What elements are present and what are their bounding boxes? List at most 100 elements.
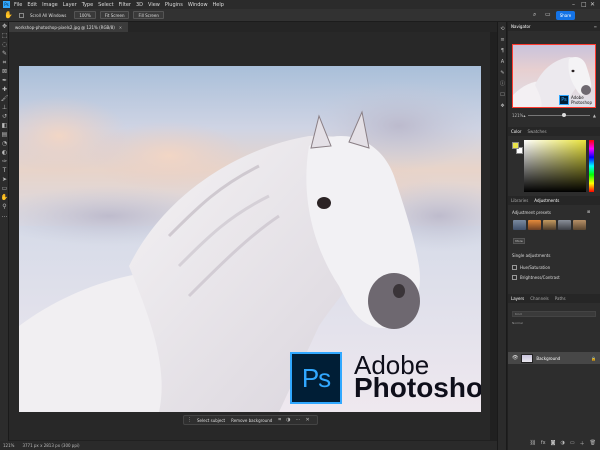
lock-icon[interactable]: 🔒	[591, 356, 596, 361]
zoom-slider[interactable]	[528, 112, 590, 117]
link-layers-icon[interactable]: ⛓	[530, 440, 536, 446]
brightness-contrast-row[interactable]: Brightness/Contrast	[512, 275, 560, 280]
hue-slider[interactable]	[589, 140, 594, 192]
fit-screen-button[interactable]: Fit Screen	[99, 11, 130, 19]
menu-help[interactable]: Help	[213, 2, 224, 8]
menu-3d[interactable]: 3D	[136, 2, 143, 8]
preset-thumbnail[interactable]	[543, 220, 556, 230]
zoom-tool-icon[interactable]: ⚲	[0, 202, 9, 211]
hand-tool-icon[interactable]: ✋	[0, 193, 9, 202]
layer-kind-filter[interactable]: Kind	[512, 311, 596, 317]
zoom-out-icon[interactable]: ▴	[523, 113, 525, 118]
more-tools-icon[interactable]: …	[0, 211, 9, 220]
document-info[interactable]: 3771 px x 2813 px (300 ppi)	[22, 443, 79, 448]
menu-window[interactable]: Window	[188, 2, 208, 8]
tab-paths[interactable]: Paths	[555, 296, 566, 301]
workspace-icon[interactable]: ▭	[545, 11, 551, 18]
frame-tool-icon[interactable]: ⊠	[0, 67, 9, 76]
zoom-slider-knob[interactable]	[562, 112, 567, 117]
properties-icon[interactable]: ≡	[498, 35, 507, 44]
document-tab[interactable]: workshop-photoshop-pixels2.jpg @ 121% (R…	[9, 22, 129, 32]
more-presets-button[interactable]: More	[513, 238, 525, 244]
tab-navigator[interactable]: Navigator	[511, 24, 531, 29]
preset-thumbnail[interactable]	[513, 220, 526, 230]
preset-thumbnail[interactable]	[558, 220, 571, 230]
preset-thumbnail[interactable]	[573, 220, 586, 230]
adjust-icon[interactable]: ◑	[286, 417, 290, 423]
menu-filter[interactable]: Filter	[119, 2, 131, 8]
tab-swatches[interactable]: Swatches	[527, 129, 546, 134]
crop-icon[interactable]: ⌗	[278, 417, 281, 423]
single-adjustments-label[interactable]: Single adjustments	[512, 253, 550, 258]
info-icon[interactable]: ⓘ	[498, 79, 507, 88]
path-select-icon[interactable]: ➤	[0, 175, 9, 184]
share-button[interactable]: Share	[556, 11, 575, 20]
mask-icon[interactable]: ◙	[551, 440, 556, 446]
menu-file[interactable]: File	[14, 2, 22, 8]
tab-libraries[interactable]: Libraries	[511, 198, 528, 203]
panel-menu-icon[interactable]: ≡	[594, 24, 597, 29]
hand-tool-icon[interactable]: ✋	[4, 11, 13, 20]
zoom-level[interactable]: 121%	[3, 443, 14, 448]
search-icon[interactable]: ⌕	[533, 11, 536, 19]
close-icon[interactable]: ✕	[590, 1, 595, 8]
layer-row-background[interactable]: 👁 Background 🔒	[508, 352, 600, 364]
menu-image[interactable]: Image	[42, 2, 58, 8]
remove-background-button[interactable]: Remove background	[231, 418, 272, 423]
close-tab-icon[interactable]: ✕	[119, 25, 122, 30]
more-options-icon[interactable]: ⋯	[295, 417, 300, 423]
scroll-all-checkbox[interactable]	[19, 12, 24, 18]
tab-adjustments[interactable]: Adjustments	[534, 198, 559, 203]
hue-saturation-row[interactable]: Hue/Saturation	[512, 265, 550, 270]
group-icon[interactable]: ▭	[570, 440, 575, 446]
history-icon[interactable]: ⟲	[498, 24, 507, 33]
adjustment-presets-label[interactable]: Adjustment presets	[512, 210, 551, 215]
menu-edit[interactable]: Edit	[27, 2, 37, 8]
tab-layers[interactable]: Layers	[511, 296, 524, 301]
paragraph-icon[interactable]: ¶	[498, 46, 507, 55]
gradient-tool-icon[interactable]: ▤	[0, 130, 9, 139]
pen-tool-icon[interactable]: ✑	[0, 157, 9, 166]
minimize-icon[interactable]: –	[572, 1, 575, 8]
quick-select-tool-icon[interactable]: ✎	[0, 49, 9, 58]
learn-icon[interactable]: ❖	[498, 101, 507, 110]
lasso-tool-icon[interactable]: ◌	[0, 40, 9, 49]
fill-screen-button[interactable]: Fill Screen	[133, 11, 164, 19]
document-canvas[interactable]: Ps Adobe Photoshop	[19, 66, 481, 412]
brush-tool-icon[interactable]: 🖌	[0, 94, 9, 103]
eyedropper-tool-icon[interactable]: ✒	[0, 76, 9, 85]
move-tool-icon[interactable]: ✥	[0, 22, 9, 31]
character-icon[interactable]: A	[498, 57, 507, 66]
dodge-tool-icon[interactable]: ◐	[0, 148, 9, 157]
tab-color[interactable]: Color	[511, 129, 521, 134]
type-tool-icon[interactable]: T	[0, 166, 9, 175]
blend-mode-select[interactable]: Normal	[512, 320, 596, 326]
maximize-icon[interactable]: □	[581, 1, 587, 8]
menu-select[interactable]: Select	[98, 2, 113, 8]
blur-tool-icon[interactable]: ◔	[0, 139, 9, 148]
drag-handle-icon[interactable]: ⋮	[187, 417, 192, 423]
adjustment-layer-icon[interactable]: ◑	[561, 440, 565, 446]
healing-tool-icon[interactable]: ✚	[0, 85, 9, 94]
crop-tool-icon[interactable]: ⌗	[0, 58, 9, 67]
layer-name[interactable]: Background	[536, 356, 560, 361]
select-subject-button[interactable]: Select subject	[197, 418, 225, 423]
visibility-eye-icon[interactable]: 👁	[512, 355, 518, 361]
glyphs-icon[interactable]: ☐	[498, 90, 507, 99]
menu-layer[interactable]: Layer	[63, 2, 77, 8]
delete-layer-icon[interactable]: 🗑	[590, 440, 596, 446]
zoom-100-button[interactable]: 100%	[74, 11, 96, 19]
tab-channels[interactable]: Channels	[530, 296, 549, 301]
zoom-in-icon[interactable]: ▲	[593, 113, 596, 118]
shape-tool-icon[interactable]: ▭	[0, 184, 9, 193]
fx-icon[interactable]: fx	[541, 440, 546, 446]
color-picker-field[interactable]	[524, 140, 586, 192]
history-brush-icon[interactable]: ↺	[0, 112, 9, 121]
new-layer-icon[interactable]: ＋	[580, 440, 585, 447]
presets-grid-icon[interactable]: ⊞	[587, 209, 590, 214]
preset-thumbnail[interactable]	[528, 220, 541, 230]
brush-settings-icon[interactable]: ✎	[498, 68, 507, 77]
menu-plugins[interactable]: Plugins	[165, 2, 183, 8]
eraser-tool-icon[interactable]: ◧	[0, 121, 9, 130]
stamp-tool-icon[interactable]: ⊥	[0, 103, 9, 112]
